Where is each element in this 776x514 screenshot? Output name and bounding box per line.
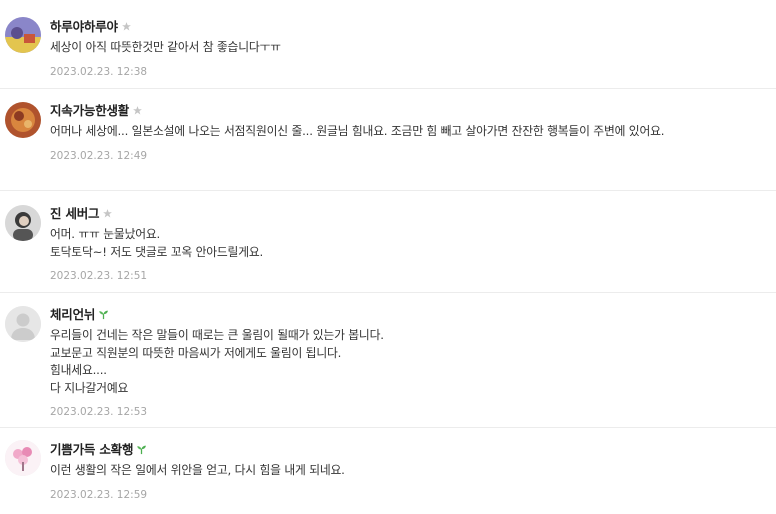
comment-date: 2023.02.23. 12:49 (50, 149, 148, 162)
comment-date: 2023.02.23. 12:38 (50, 65, 148, 78)
comment-body: 체리언뉘 우리들이 건네는 작은 말들이 때로는 큰 울림이 될때가 있는가 봅… (50, 306, 772, 419)
comment-text: 세상이 아직 따뜻한것만 같아서 참 좋습니다ㅜㅠ (50, 40, 281, 54)
manager-crown-icon (121, 21, 132, 32)
sprout-icon (98, 309, 109, 320)
comment-text: 어머나 세상에... 일본소설에 나오는 서점직원이신 줄... 원글님 힘내요… (50, 124, 665, 138)
comment-nickname[interactable]: 지속가능한생활 (50, 102, 129, 119)
comment-text: 어머. ㅠㅠ 눈물났어요. 토닥토닥~! 저도 댓글로 꼬옥 안아드릴게요. (50, 227, 264, 259)
comment-item: 기쁨가득 소확행 이런 생활의 작은 일에서 위안을 얻고, 다시 힘을 내게 … (0, 428, 776, 514)
comment-nickname[interactable]: 체리언뉘 (50, 306, 95, 323)
avatar[interactable] (5, 17, 41, 53)
comment-nickname[interactable]: 진 세버그 (50, 205, 100, 222)
avatar[interactable] (5, 102, 41, 138)
avatar[interactable] (5, 440, 41, 476)
comment-body: 지속가능한생활 어머나 세상에... 일본소설에 나오는 서점직원이신 줄...… (50, 102, 772, 163)
sprout-icon (136, 444, 147, 455)
comment-body: 진 세버그 어머. ㅠㅠ 눈물났어요. 토닥토닥~! 저도 댓글로 꼬옥 안아드… (50, 205, 772, 283)
comment-list: 하루야하루야 세상이 아직 따뜻한것만 같아서 참 좋습니다ㅜㅠ 2023.02… (0, 0, 776, 514)
avatar[interactable] (5, 306, 41, 342)
comment-item: 지속가능한생활 어머나 세상에... 일본소설에 나오는 서점직원이신 줄...… (0, 89, 776, 191)
manager-crown-icon (102, 208, 113, 219)
comment-item: 진 세버그 어머. ㅠㅠ 눈물났어요. 토닥토닥~! 저도 댓글로 꼬옥 안아드… (0, 191, 776, 293)
comment-item: 체리언뉘 우리들이 건네는 작은 말들이 때로는 큰 울림이 될때가 있는가 봅… (0, 293, 776, 428)
comment-date: 2023.02.23. 12:59 (50, 488, 148, 501)
comment-item: 하루야하루야 세상이 아직 따뜻한것만 같아서 참 좋습니다ㅜㅠ 2023.02… (0, 0, 776, 89)
comment-text: 우리들이 건네는 작은 말들이 때로는 큰 울림이 될때가 있는가 봅니다. 교… (50, 328, 384, 395)
comment-nickname[interactable]: 하루야하루야 (50, 18, 118, 35)
comment-date: 2023.02.23. 12:53 (50, 406, 148, 418)
avatar[interactable] (5, 205, 41, 241)
comment-body: 하루야하루야 세상이 아직 따뜻한것만 같아서 참 좋습니다ㅜㅠ 2023.02… (50, 18, 772, 79)
comment-body: 기쁨가득 소확행 이런 생활의 작은 일에서 위안을 얻고, 다시 힘을 내게 … (50, 441, 772, 502)
comment-nickname[interactable]: 기쁨가득 소확행 (50, 441, 133, 458)
comment-text: 이런 생활의 작은 일에서 위안을 얻고, 다시 힘을 내게 되네요. (50, 463, 345, 477)
comment-date: 2023.02.23. 12:51 (50, 270, 148, 282)
manager-crown-icon (132, 105, 143, 116)
